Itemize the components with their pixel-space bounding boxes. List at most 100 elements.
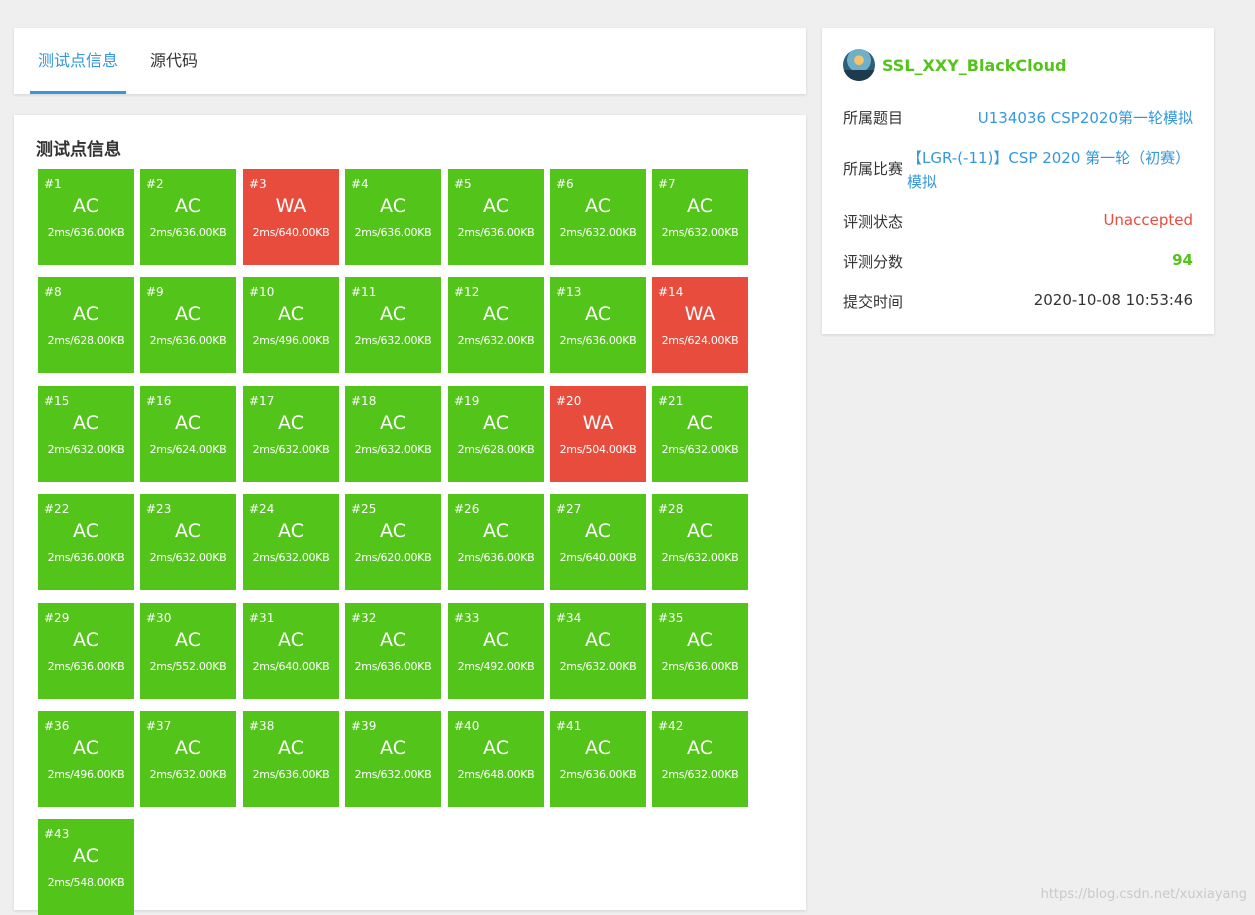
test-case-tile[interactable]: #30 AC 2ms/552.00KB xyxy=(140,603,236,699)
test-case-time-memory: 2ms/640.00KB xyxy=(252,660,330,673)
score-row: 评测分数 94 xyxy=(843,251,1193,275)
test-case-tile[interactable]: #2 AC 2ms/636.00KB xyxy=(140,169,236,265)
problem-row: 所属题目 U134036 CSP2020第一轮模拟 xyxy=(843,107,1193,131)
test-case-number: #1 xyxy=(44,177,62,191)
test-case-status: AC xyxy=(278,737,304,759)
test-case-tile[interactable]: #17 AC 2ms/632.00KB xyxy=(243,386,339,482)
test-case-tile[interactable]: #22 AC 2ms/636.00KB xyxy=(38,494,134,590)
test-case-tile[interactable]: #21 AC 2ms/632.00KB xyxy=(652,386,748,482)
test-case-number: #28 xyxy=(658,502,684,516)
problem-link[interactable]: U134036 CSP2020第一轮模拟 xyxy=(978,107,1193,128)
test-case-tile[interactable]: #11 AC 2ms/632.00KB xyxy=(345,277,441,373)
score-label: 评测分数 xyxy=(843,253,904,271)
submission-info-card: SSL_XXY_BlackCloud 所属题目 U134036 CSP2020第… xyxy=(822,28,1214,334)
watermark: https://blog.csdn.net/xuxiayang xyxy=(1040,887,1247,902)
test-case-tile[interactable]: #3 WA 2ms/640.00KB xyxy=(243,169,339,265)
test-case-tile[interactable]: #35 AC 2ms/636.00KB xyxy=(652,603,748,699)
test-case-tile[interactable]: #8 AC 2ms/628.00KB xyxy=(38,277,134,373)
test-case-tile[interactable]: #32 AC 2ms/636.00KB xyxy=(345,603,441,699)
test-case-status: WA xyxy=(684,303,716,325)
test-case-tile[interactable]: #10 AC 2ms/496.00KB xyxy=(243,277,339,373)
test-case-tile[interactable]: #15 AC 2ms/632.00KB xyxy=(38,386,134,482)
test-case-tile[interactable]: #19 AC 2ms/628.00KB xyxy=(448,386,544,482)
test-case-tile[interactable]: #20 WA 2ms/504.00KB xyxy=(550,386,646,482)
test-case-tile[interactable]: #40 AC 2ms/648.00KB xyxy=(448,711,544,807)
test-case-status: AC xyxy=(175,520,201,542)
test-case-status: AC xyxy=(380,303,406,325)
test-case-number: #8 xyxy=(44,285,62,299)
test-case-tile[interactable]: #12 AC 2ms/632.00KB xyxy=(448,277,544,373)
test-case-tile[interactable]: #31 AC 2ms/640.00KB xyxy=(243,603,339,699)
tab-test-info[interactable]: 测试点信息 xyxy=(30,28,126,94)
test-case-status: AC xyxy=(585,195,611,217)
test-case-tile[interactable]: #43 AC 2ms/548.00KB xyxy=(38,819,134,915)
test-case-tile[interactable]: #24 AC 2ms/632.00KB xyxy=(243,494,339,590)
test-case-status: AC xyxy=(175,195,201,217)
username-link[interactable]: SSL_XXY_BlackCloud xyxy=(882,56,1066,75)
test-case-number: #5 xyxy=(454,177,472,191)
time-value: 2020-10-08 10:53:46 xyxy=(1033,291,1193,309)
test-case-tile[interactable]: #33 AC 2ms/492.00KB xyxy=(448,603,544,699)
test-case-number: #32 xyxy=(351,611,377,625)
problem-label: 所属题目 xyxy=(843,109,904,127)
avatar[interactable] xyxy=(843,49,875,81)
test-case-time-memory: 2ms/632.00KB xyxy=(149,551,227,564)
test-case-tile[interactable]: #7 AC 2ms/632.00KB xyxy=(652,169,748,265)
status-row: 评测状态 Unaccepted xyxy=(843,211,1193,235)
test-case-tile[interactable]: #25 AC 2ms/620.00KB xyxy=(345,494,441,590)
test-case-status: AC xyxy=(380,412,406,434)
test-case-tile[interactable]: #39 AC 2ms/632.00KB xyxy=(345,711,441,807)
test-case-tile[interactable]: #26 AC 2ms/636.00KB xyxy=(448,494,544,590)
test-case-time-memory: 2ms/636.00KB xyxy=(47,226,125,239)
test-case-number: #30 xyxy=(146,611,172,625)
test-case-number: #42 xyxy=(658,719,684,733)
test-case-status: AC xyxy=(483,520,509,542)
test-case-status: AC xyxy=(687,195,713,217)
test-case-tile[interactable]: #34 AC 2ms/632.00KB xyxy=(550,603,646,699)
test-case-time-memory: 2ms/636.00KB xyxy=(149,334,227,347)
test-case-tile[interactable]: #14 WA 2ms/624.00KB xyxy=(652,277,748,373)
test-case-tile[interactable]: #6 AC 2ms/632.00KB xyxy=(550,169,646,265)
test-case-tile[interactable]: #37 AC 2ms/632.00KB xyxy=(140,711,236,807)
contest-link[interactable]: 【LGR-(-11)】CSP 2020 第一轮（初赛）模拟 xyxy=(907,146,1193,194)
test-case-time-memory: 2ms/496.00KB xyxy=(47,768,125,781)
test-case-time-memory: 2ms/632.00KB xyxy=(149,768,227,781)
test-case-tile[interactable]: #42 AC 2ms/632.00KB xyxy=(652,711,748,807)
test-case-tile[interactable]: #4 AC 2ms/636.00KB xyxy=(345,169,441,265)
test-case-tile[interactable]: #38 AC 2ms/636.00KB xyxy=(243,711,339,807)
test-case-time-memory: 2ms/628.00KB xyxy=(457,443,535,456)
test-case-time-memory: 2ms/636.00KB xyxy=(252,768,330,781)
test-case-tile[interactable]: #36 AC 2ms/496.00KB xyxy=(38,711,134,807)
test-case-tile[interactable]: #23 AC 2ms/632.00KB xyxy=(140,494,236,590)
test-case-time-memory: 2ms/632.00KB xyxy=(661,551,739,564)
status-value: Unaccepted xyxy=(1103,211,1193,229)
tabs-card: 测试点信息 源代码 xyxy=(14,28,806,94)
test-case-tile[interactable]: #41 AC 2ms/636.00KB xyxy=(550,711,646,807)
tab-source-code[interactable]: 源代码 xyxy=(146,28,202,94)
test-case-status: AC xyxy=(483,195,509,217)
time-label: 提交时间 xyxy=(843,293,904,311)
test-case-tile[interactable]: #16 AC 2ms/624.00KB xyxy=(140,386,236,482)
test-case-tile[interactable]: #28 AC 2ms/632.00KB xyxy=(652,494,748,590)
test-case-status: AC xyxy=(73,303,99,325)
test-case-time-memory: 2ms/552.00KB xyxy=(149,660,227,673)
test-case-tile[interactable]: #5 AC 2ms/636.00KB xyxy=(448,169,544,265)
test-case-number: #10 xyxy=(249,285,275,299)
test-case-status: WA xyxy=(275,195,307,217)
test-case-number: #18 xyxy=(351,394,377,408)
test-case-number: #6 xyxy=(556,177,574,191)
test-case-time-memory: 2ms/636.00KB xyxy=(354,226,432,239)
test-case-tile[interactable]: #29 AC 2ms/636.00KB xyxy=(38,603,134,699)
test-case-tile[interactable]: #9 AC 2ms/636.00KB xyxy=(140,277,236,373)
test-case-time-memory: 2ms/636.00KB xyxy=(354,660,432,673)
test-case-number: #17 xyxy=(249,394,275,408)
test-case-tile[interactable]: #18 AC 2ms/632.00KB xyxy=(345,386,441,482)
contest-row: 所属比赛 【LGR-(-11)】CSP 2020 第一轮（初赛）模拟 xyxy=(843,146,1193,196)
test-case-tile[interactable]: #1 AC 2ms/636.00KB xyxy=(38,169,134,265)
test-case-status: AC xyxy=(380,737,406,759)
test-case-time-memory: 2ms/636.00KB xyxy=(457,551,535,564)
test-case-time-memory: 2ms/496.00KB xyxy=(252,334,330,347)
test-case-tile[interactable]: #13 AC 2ms/636.00KB xyxy=(550,277,646,373)
test-case-tile[interactable]: #27 AC 2ms/640.00KB xyxy=(550,494,646,590)
test-case-time-memory: 2ms/636.00KB xyxy=(457,226,535,239)
